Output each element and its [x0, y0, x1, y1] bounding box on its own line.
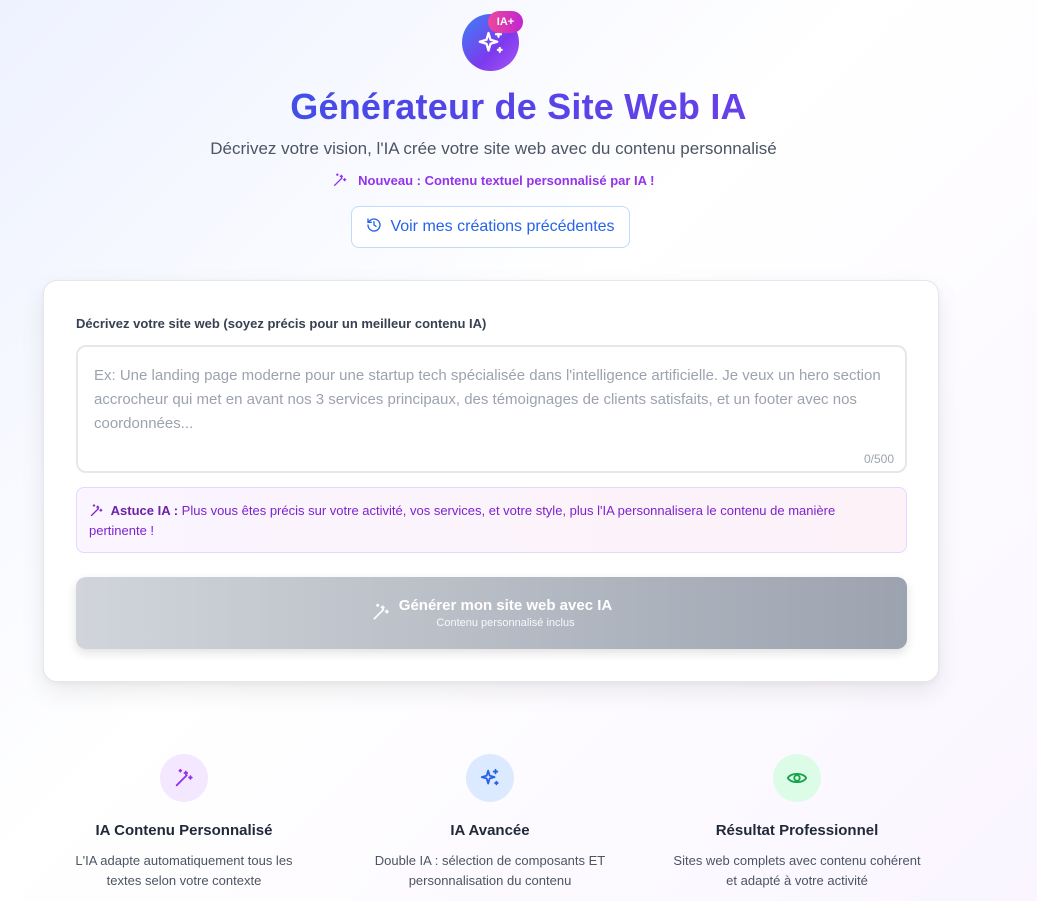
magic-wand-icon	[89, 503, 111, 518]
generator-card: Décrivez votre site web (soyez précis po…	[43, 280, 939, 682]
generate-label: Générer mon site web avec IA	[398, 597, 613, 614]
description-field-wrapper: 0/500	[76, 345, 907, 473]
description-label: Décrivez votre site web (soyez précis po…	[76, 316, 487, 331]
feature-description: Sites web complets avec contenu cohérent…	[673, 853, 921, 888]
magic-wand-icon	[371, 602, 391, 625]
page-title: Générateur de Site Web IA	[0, 86, 1037, 128]
char-counter: 0/500	[863, 452, 894, 466]
page-subtitle: Décrivez votre vision, l'IA crée votre s…	[210, 139, 777, 158]
view-history-label: Voir mes créations précédentes	[390, 218, 615, 235]
magic-wand-icon	[160, 754, 208, 802]
feature-description: Double IA : sélection de composants ET p…	[374, 853, 606, 888]
app-logo: IA+	[462, 11, 523, 71]
feature-title: IA Contenu Personnalisé	[95, 822, 273, 839]
feature-advanced-ai: IA Avancée Double IA : sélection de comp…	[365, 754, 615, 891]
new-feature-text: Nouveau : Contenu textuel personnalisé p…	[358, 173, 655, 188]
generate-text-group: Générer mon site web avec IA Contenu per…	[399, 597, 612, 629]
ia-plus-badge: IA+	[488, 11, 523, 33]
eye-icon	[773, 754, 821, 802]
generate-sublabel: Contenu personnalisé inclus	[436, 617, 575, 629]
tip-label: Astuce IA :	[110, 503, 179, 518]
generate-site-button[interactable]: Générer mon site web avec IA Contenu per…	[76, 577, 907, 649]
feature-description: L'IA adapte automatiquement tous les tex…	[75, 853, 293, 888]
feature-professional-result: Résultat Professionnel Sites web complet…	[672, 754, 922, 891]
feature-title: IA Avancée	[450, 822, 530, 839]
ai-tip-box: Astuce IA : Plus vous êtes précis sur vo…	[76, 487, 907, 553]
feature-custom-content: IA Contenu Personnalisé L'IA adapte auto…	[59, 754, 309, 891]
tip-text: Plus vous êtes précis sur votre activité…	[89, 503, 836, 538]
new-feature-badge: Nouveau : Contenu textuel personnalisé p…	[0, 172, 987, 188]
view-history-button[interactable]: Voir mes créations précédentes	[351, 206, 630, 248]
feature-title: Résultat Professionnel	[715, 822, 879, 839]
magic-wand-icon	[332, 173, 358, 188]
history-icon	[366, 217, 390, 238]
sparkles-icon	[466, 754, 514, 802]
description-input[interactable]	[78, 347, 905, 471]
